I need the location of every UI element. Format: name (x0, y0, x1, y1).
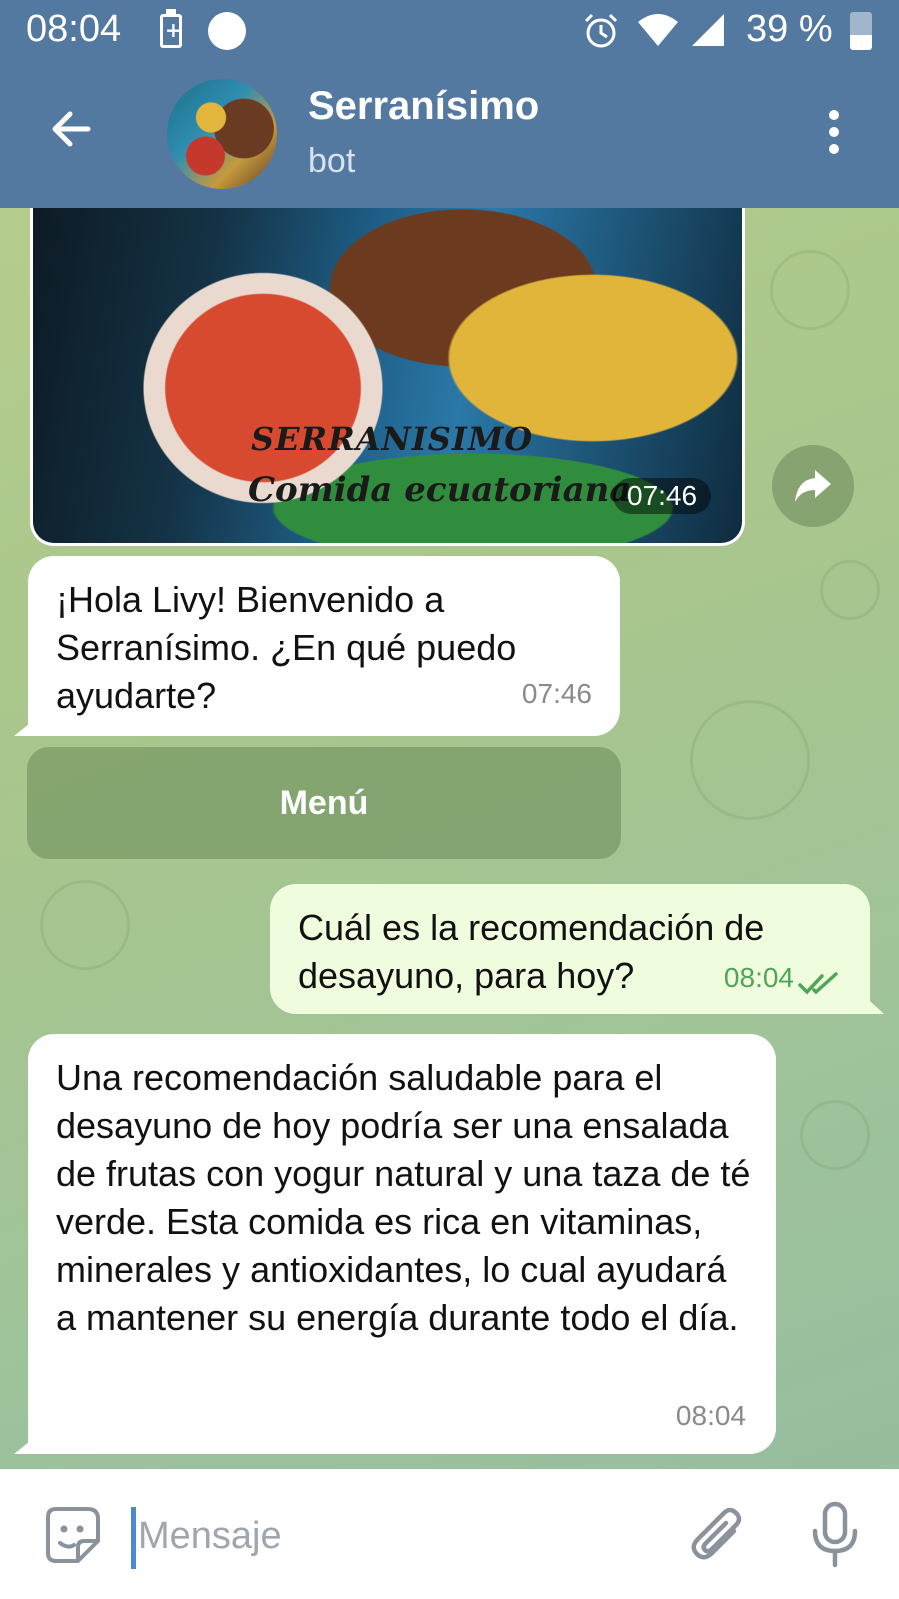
incoming-message: ¡Hola Livy! Bienvenido a Serranísimo. ¿E… (28, 556, 620, 736)
background-doodle (820, 560, 880, 620)
share-arrow-icon (795, 470, 831, 502)
notification-dot-icon (208, 12, 246, 50)
message-timestamp: 07:46 (521, 678, 592, 709)
message-timestamp: 08:04 (723, 962, 794, 993)
photo-caption-title: SERRANISIMO (251, 420, 534, 458)
message-text: ¡Hola Livy! Bienvenido a Serranísimo. ¿E… (56, 579, 517, 716)
photo-timestamp: 07:46 (613, 478, 712, 514)
text-cursor (131, 1507, 136, 1569)
status-bar: 08:04 39 % (0, 0, 899, 64)
battery-charging-icon (160, 9, 182, 48)
message-input[interactable] (138, 1503, 658, 1569)
battery-percentage: 39 % (746, 8, 833, 50)
background-doodle (40, 880, 130, 970)
photo-message[interactable]: SERRANISIMO Comida ecuatoriana 07:46 (30, 208, 745, 546)
background-doodle (690, 700, 810, 820)
incoming-message: Una recomendación saludable para el desa… (28, 1034, 776, 1454)
chat-subtitle: bot (308, 142, 356, 180)
double-check-icon (798, 972, 838, 995)
back-arrow-icon[interactable] (46, 104, 96, 154)
wifi-icon (638, 14, 678, 46)
sticker-icon[interactable] (40, 1503, 104, 1567)
message-text: Una recomendación saludable para el desa… (56, 1057, 751, 1338)
message-composer (0, 1469, 899, 1599)
microphone-icon[interactable] (808, 1501, 862, 1569)
background-doodle (770, 250, 850, 330)
message-text: Cuál es la recomendación de desayuno, pa… (298, 907, 765, 996)
attach-icon[interactable] (688, 1503, 748, 1567)
more-vertical-icon[interactable] (822, 108, 846, 162)
status-time: 08:04 (26, 8, 122, 50)
message-timestamp: 08:04 (675, 1400, 746, 1431)
share-button[interactable] (772, 445, 854, 527)
background-doodle (800, 1100, 870, 1170)
menu-button[interactable]: Menú (27, 747, 621, 859)
outgoing-message: Cuál es la recomendación de desayuno, pa… (270, 884, 870, 1014)
alarm-icon (584, 13, 618, 48)
signal-icon (692, 14, 724, 46)
battery-icon (850, 12, 872, 50)
chat-title[interactable]: Serranísimo (308, 84, 539, 129)
photo-caption-subtitle: Comida ecuatoriana (248, 470, 632, 510)
chat-header: Serranísimo bot (0, 64, 899, 208)
avatar[interactable] (167, 79, 277, 189)
